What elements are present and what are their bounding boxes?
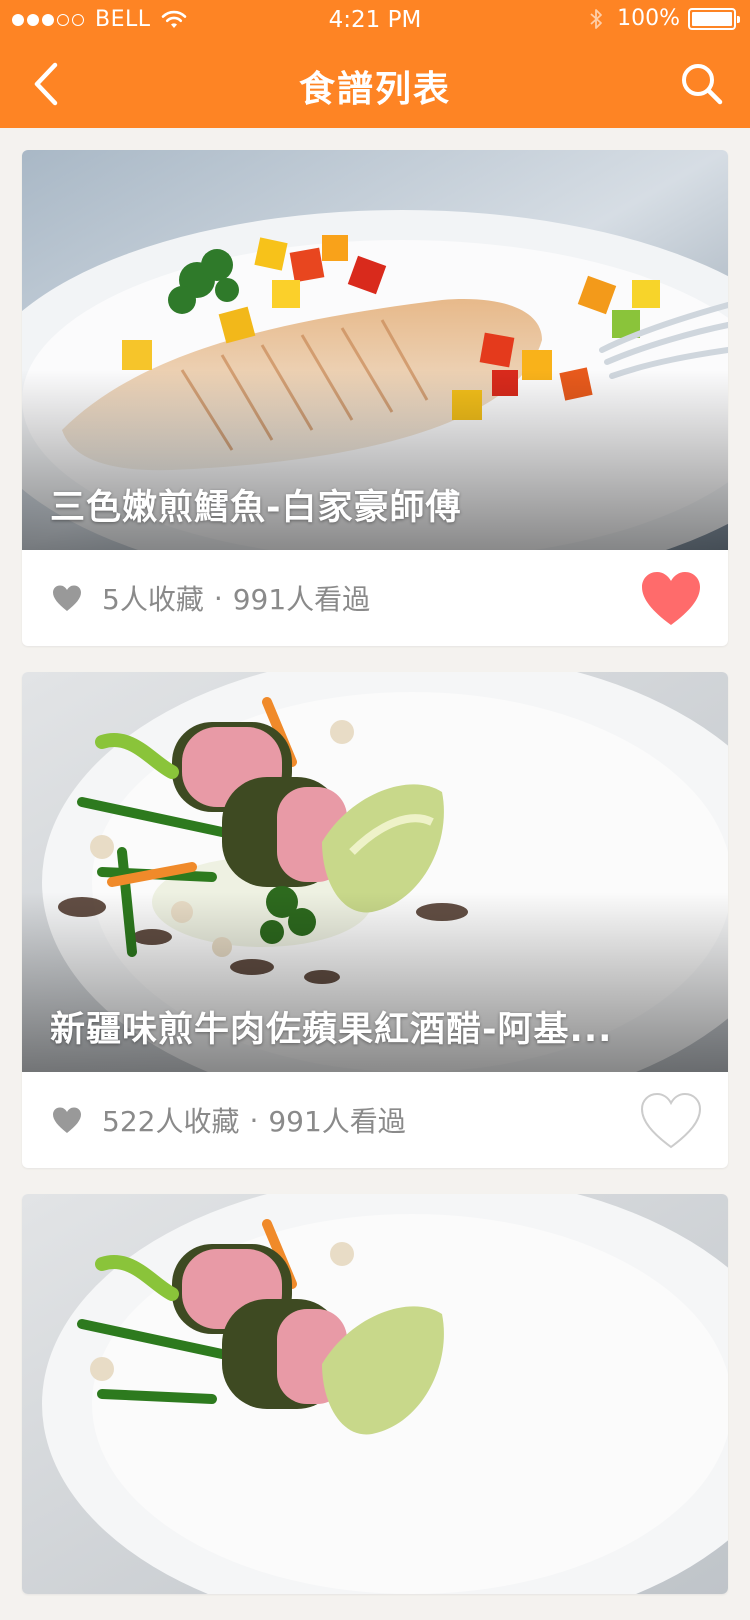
recipe-stats: 522人收藏 · 991人看過 [102,1100,406,1140]
favorite-button[interactable] [640,570,702,628]
page-title: 食譜列表 [298,69,451,110]
battery-icon [688,7,740,30]
recipe-image[interactable] [22,1194,728,1594]
recipe-list: 三色嫩煎鱈魚-白家豪師傅 5人收藏 · 991人看過 新疆味煎牛肉佐蘋果紅酒醋-… [22,150,728,1620]
favorite-button[interactable] [640,1092,702,1150]
status-bar: BELL 4:21 PM 100% [0,0,750,40]
views-count: 991人看過 [232,583,371,616]
stats-separator: · [249,1103,259,1137]
heart-icon [53,585,81,611]
recipe-image[interactable]: 新疆味煎牛肉佐蘋果紅酒醋-阿基... [22,672,728,1072]
recipe-footer: 522人收藏 · 991人看過 [22,1072,728,1168]
app-header: BELL 4:21 PM 100% 食譜列表 [0,0,750,128]
stats-separator: · [213,581,223,615]
favorites-count: 522人收藏 [102,1105,240,1138]
battery-percentage: 100% [617,6,680,31]
status-right: 100% [589,6,740,31]
recipe-card[interactable]: 新疆味煎牛肉佐蘋果紅酒醋-阿基... 522人收藏 · 991人看過 [22,672,728,1168]
heart-icon [53,1107,81,1133]
recipe-stats: 5人收藏 · 991人看過 [102,578,370,618]
bluetooth-icon [590,8,602,29]
views-count: 991人看過 [268,1105,406,1138]
search-icon [682,64,723,105]
search-button[interactable] [674,56,730,112]
recipe-image[interactable]: 三色嫩煎鱈魚-白家豪師傅 [22,150,728,550]
heart-outline-icon [640,1092,702,1149]
favorites-count: 5人收藏 [102,583,204,616]
recipe-title: 三色嫩煎鱈魚-白家豪師傅 [50,488,462,528]
recipe-title: 新疆味煎牛肉佐蘋果紅酒醋-阿基... [50,1010,613,1050]
recipe-card[interactable] [22,1194,728,1594]
heart-filled-icon [642,572,700,625]
recipe-card[interactable]: 三色嫩煎鱈魚-白家豪師傅 5人收藏 · 991人看過 [22,150,728,646]
recipe-footer: 5人收藏 · 991人看過 [22,550,728,646]
